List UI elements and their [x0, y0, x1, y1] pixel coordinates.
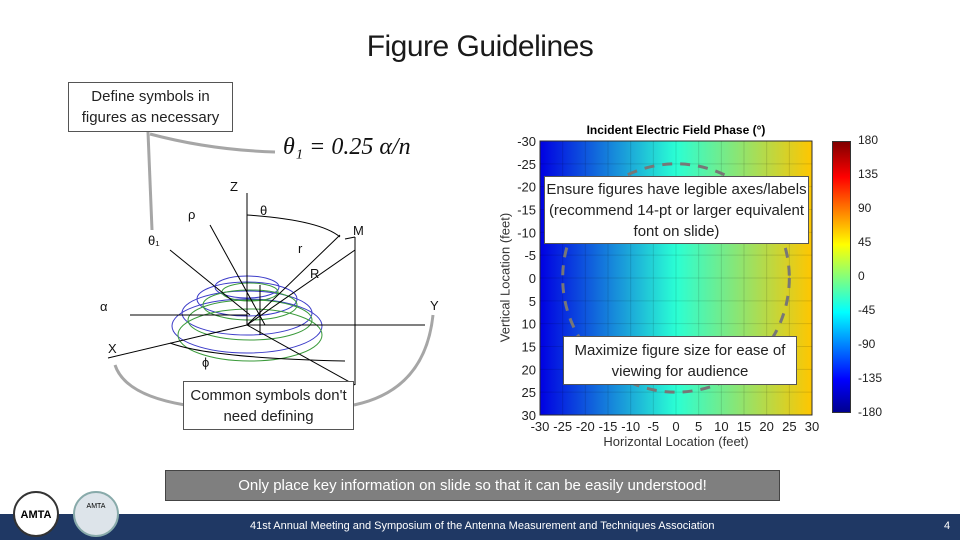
legible-axes-callout: Ensure figures have legible axes/labels …	[544, 176, 809, 244]
hemisphere-diagram: Z θ ρ θ₁ r R M α Y X ϕ	[100, 179, 439, 386]
colorbar-tick-label: -180	[858, 405, 883, 419]
colorbar-tick-label: -135	[858, 371, 883, 385]
y-tick-label: 30	[522, 408, 536, 423]
x-tick-label: 5	[695, 419, 702, 434]
colorbar-tick-label: 90	[858, 201, 872, 215]
colorbar	[832, 141, 851, 413]
page-number: 4	[944, 520, 951, 532]
colorbar-tick-label: 135	[858, 167, 879, 181]
colorbar-tick-label: 45	[858, 235, 872, 249]
label-M: M	[353, 223, 364, 238]
label-R: R	[310, 266, 319, 281]
common-symbols-callout: Common symbols don't need defining	[183, 381, 354, 430]
y-axis-label: Vertical Location (feet)	[497, 212, 513, 343]
y-tick-label: -30	[517, 134, 536, 149]
x-tick-label: -5	[648, 419, 660, 434]
y-tick-label: 15	[522, 340, 536, 355]
x-tick-label: 10	[714, 419, 728, 434]
x-tick-label: 30	[805, 419, 819, 434]
label-r: r	[298, 241, 303, 256]
label-x: X	[108, 341, 117, 356]
key-information-note: Only place key information on slide so t…	[165, 470, 780, 501]
x-tick-label: 25	[782, 419, 796, 434]
label-phi: ϕ	[202, 355, 209, 370]
colorbar-tick-label: 0	[858, 269, 865, 283]
amta-logos: AMTA AMTA	[13, 491, 119, 537]
x-tick-label: 0	[672, 419, 679, 434]
colorbar-tick-label: -45	[858, 303, 876, 317]
svg-text:AMTA: AMTA	[21, 509, 52, 521]
y-tick-label: -20	[517, 180, 536, 195]
x-axis-label: Horizontal Location (feet)	[603, 434, 749, 449]
define-symbols-callout: Define symbols in figures as necessary	[68, 82, 233, 132]
colorbar-tick-label: -90	[858, 337, 876, 351]
amta-2019-logo	[73, 491, 119, 537]
x-tick-label: 20	[759, 419, 773, 434]
label-y: Y	[430, 298, 439, 313]
y-tick-label: 25	[522, 385, 536, 400]
svg-text:AMTA: AMTA	[87, 503, 106, 510]
footer-text: 41st Annual Meeting and Symposium of the…	[250, 520, 715, 532]
label-alpha: α	[100, 299, 108, 314]
y-tick-label: 0	[529, 271, 536, 286]
y-tick-label: 20	[522, 362, 536, 377]
x-tick-label: -20	[576, 419, 595, 434]
label-theta: θ	[260, 203, 267, 218]
x-tick-label: -15	[599, 419, 618, 434]
maximize-callout: Maximize figure size for ease of viewing…	[563, 336, 797, 385]
colorbar-tick-label: 180	[858, 133, 879, 147]
label-z: Z	[230, 179, 238, 194]
y-tick-label: -5	[524, 248, 536, 263]
x-tick-label: -10	[621, 419, 640, 434]
y-tick-label: -10	[517, 225, 536, 240]
y-tick-label: 10	[522, 317, 536, 332]
x-tick-label: 15	[737, 419, 751, 434]
y-tick-label: -25	[517, 157, 536, 172]
arrow-to-formula	[149, 132, 276, 154]
formula: θ₁ = 0.25 α/n	[283, 134, 411, 160]
y-tick-label: -15	[517, 203, 536, 218]
x-tick-label: -25	[553, 419, 572, 434]
label-rho: ρ	[188, 207, 195, 222]
label-theta1: θ₁	[148, 233, 160, 248]
y-tick-label: 5	[529, 294, 536, 309]
